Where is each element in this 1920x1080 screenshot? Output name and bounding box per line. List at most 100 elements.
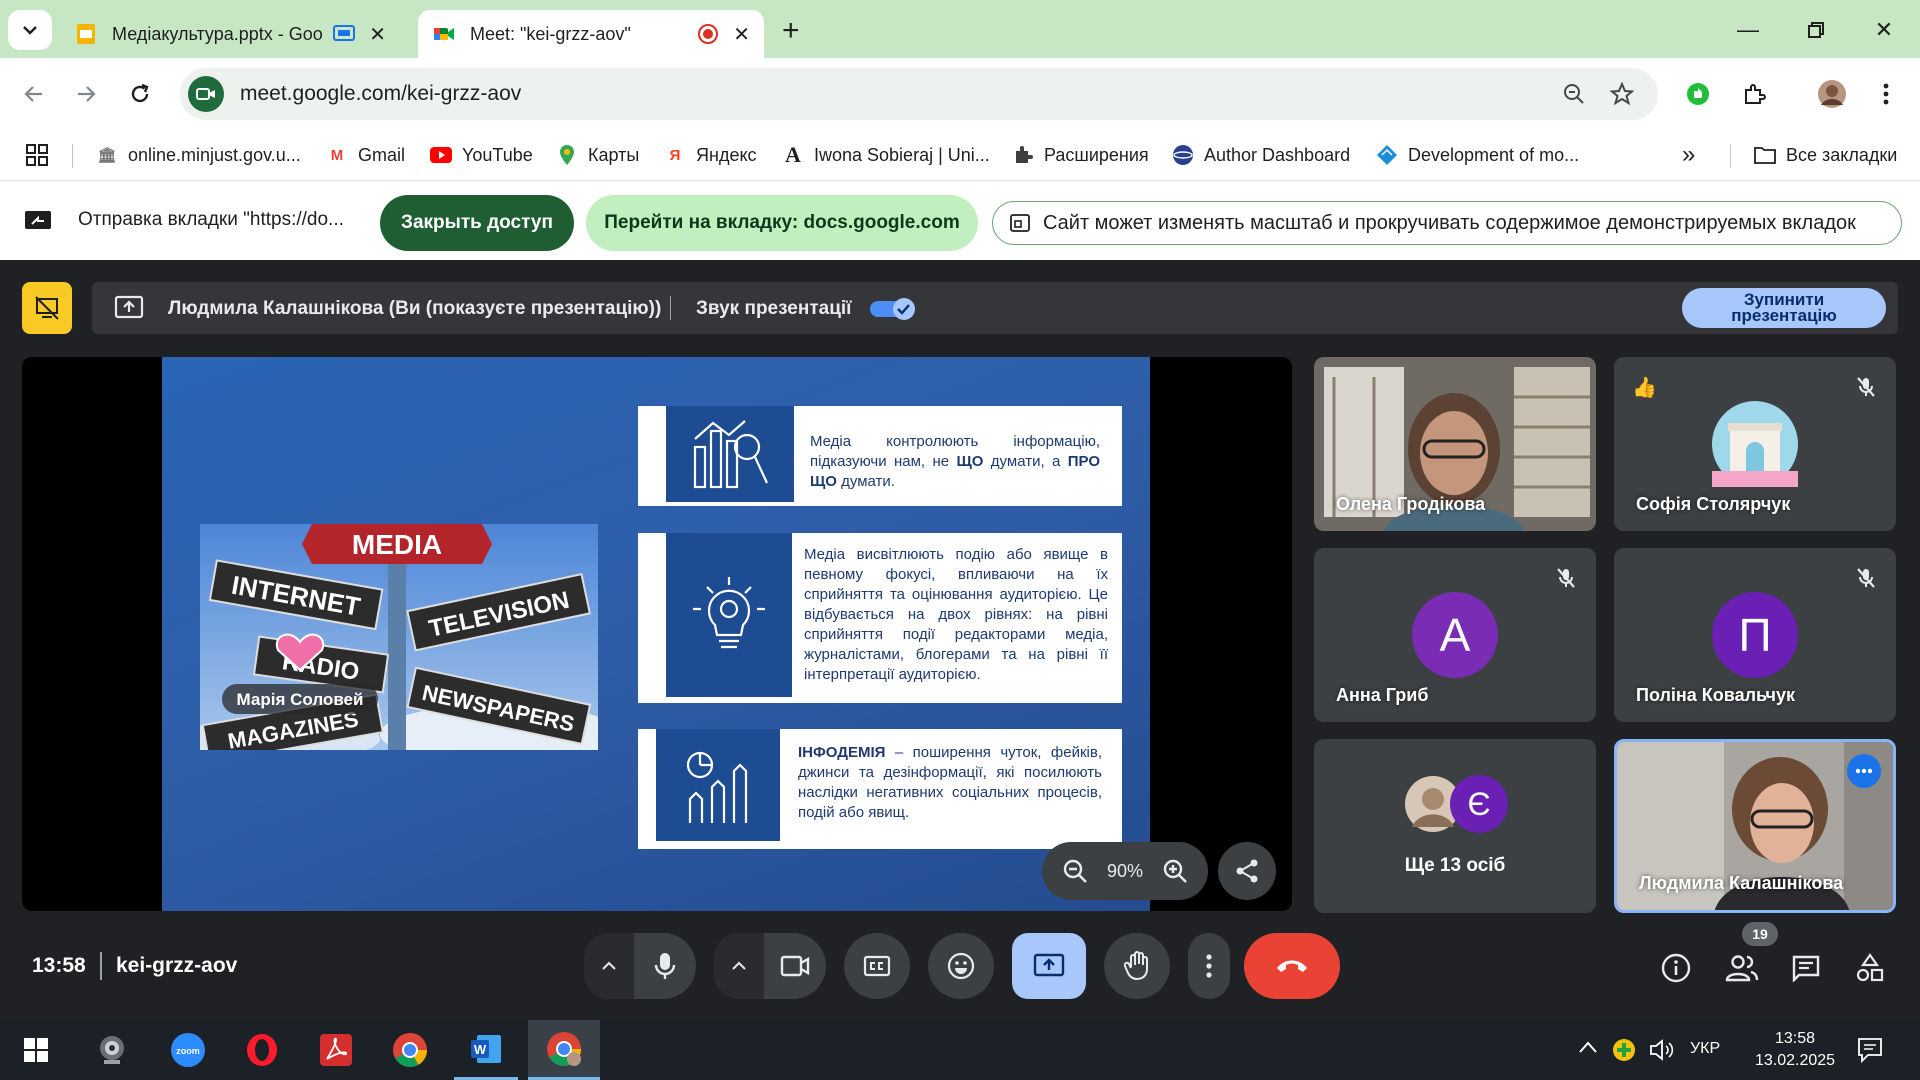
url-text[interactable]: meet.google.com/kei-grzz-aov [240,82,521,106]
people-button[interactable] [1724,950,1760,986]
taskbar-webcam-app[interactable] [80,1020,144,1080]
video-camera-icon [780,955,810,977]
info-card-1: Медіа контролюють інформацію, підказуючи… [638,406,1122,506]
bookmark-author-dashboard[interactable]: Author Dashboard [1172,130,1350,180]
profile-avatar[interactable] [1814,76,1850,112]
bookmark-iwona[interactable]: A Iwona Sobieraj | Uni... [782,130,990,180]
captions-button[interactable] [844,933,910,999]
site-info-button[interactable] [188,76,224,112]
leave-call-button[interactable] [1244,933,1340,999]
reactions-button[interactable] [928,933,994,999]
bookmark-yandex[interactable]: Я Яндекс [664,130,757,180]
media-signpost-photo: MEDIA INTERNET TELEVISION RADIO NEWSPAPE… [200,524,598,750]
raise-hand-button[interactable] [1104,933,1170,999]
tab-title: Медіакультура.pptx - Goog [112,23,324,44]
folder-icon [1754,144,1776,166]
tab-meet[interactable]: Meet: "kei-grzz-aov" ✕ [418,10,764,58]
chevron-down-icon [23,26,37,35]
bookmark-youtube[interactable]: YouTube [430,130,533,180]
thumbs-up-reaction-icon: 👍 [1632,377,1657,399]
tray-chevron-up-icon[interactable] [1578,1040,1598,1054]
building-icon: 🏛 [97,147,117,164]
share-icon[interactable] [1218,842,1276,900]
extension-green-icon[interactable] [1680,76,1716,112]
minimize-button[interactable]: — [1728,12,1768,48]
apps-grid-icon[interactable] [26,130,48,180]
zoom-out-icon[interactable] [1061,857,1089,885]
bookmark-development[interactable]: Development of mo... [1376,130,1579,180]
close-window-button[interactable]: ✕ [1864,12,1904,48]
taskbar-chrome-app[interactable] [378,1020,442,1080]
bookmark-star-icon[interactable] [1608,80,1636,108]
taskbar-word-app[interactable]: W [454,1020,518,1080]
reload-button[interactable] [122,76,158,112]
google-meet-icon [434,28,454,40]
participant-tile[interactable]: 👍 Софія Столярчук [1614,357,1896,531]
chat-button[interactable] [1788,950,1824,986]
tray-app-icon[interactable] [1612,1038,1636,1062]
taskbar-zoom-app[interactable]: zoom [156,1020,220,1080]
forward-button[interactable] [68,76,104,112]
notifications-icon[interactable] [1856,1036,1884,1064]
photo-caption: Марія Соловей [237,690,364,709]
more-options-button[interactable] [1188,933,1230,999]
extensions-puzzle-icon[interactable] [1736,76,1772,112]
chrome-icon [547,1031,581,1066]
presentation-controls-icon-button[interactable] [22,282,72,334]
switch-to-tab-button[interactable]: Перейти на вкладку: docs.google.com [586,195,978,251]
self-view-tile[interactable]: Людмила Калашнікова [1614,739,1896,913]
menu-kebab-icon[interactable] [1868,76,1904,112]
people-icon [1725,955,1759,982]
video-options-button[interactable] [714,933,764,999]
taskbar-opera-app[interactable] [230,1020,294,1080]
activities-button[interactable] [1852,950,1888,986]
zoom-permission-notice: Сайт может изменять масштаб и прокручива… [992,201,1902,245]
zoom-in-icon[interactable] [1161,857,1189,885]
stop-presenting-button[interactable]: Зупинити презентацію [1682,288,1886,328]
slide: MEDIA INTERNET TELEVISION RADIO NEWSPAPE… [162,357,1150,911]
participant-tile[interactable]: П Поліна Ковальчук [1614,548,1896,722]
tab-search-button[interactable] [8,10,52,50]
audio-options-button[interactable] [584,933,634,999]
bookmark-gmail[interactable]: M Gmail [326,130,405,180]
more-options-button[interactable] [1847,754,1881,788]
participant-tile[interactable]: Олена Гродікова [1314,357,1596,531]
restore-button[interactable] [1796,12,1836,48]
taskbar-chrome-profile-app[interactable] [528,1020,600,1080]
meeting-details-button[interactable] [1658,950,1694,986]
start-button[interactable] [4,1020,68,1080]
card-2-text: Медіа висвітлюють подію або явище в певн… [804,545,1108,685]
present-now-button[interactable] [1012,933,1086,999]
others-group-tile[interactable]: Є Ще 13 осіб [1314,739,1596,913]
scroll-zoom-icon [1010,214,1030,232]
bookmark-extensions[interactable]: Расширения [1012,130,1149,180]
camera-button[interactable] [764,933,826,999]
card-text-segment: Медіа висвітлюють подію або явище в певн… [804,546,1108,683]
microphone-icon [654,953,676,979]
screen-share-icon [25,211,51,229]
all-bookmarks-folder[interactable]: Все закладки [1754,130,1897,180]
microphone-button[interactable] [634,933,696,999]
keyboard-language[interactable]: УКР [1690,1040,1720,1058]
taskbar-acrobat-app[interactable] [304,1020,368,1080]
participant-tile[interactable]: А Анна Гриб [1314,548,1596,722]
zoom-page-icon[interactable] [1560,80,1588,108]
bookmark-minjust[interactable]: 🏛 online.minjust.gov.u... [96,130,300,180]
volume-icon[interactable] [1648,1038,1674,1062]
bookmark-maps[interactable]: Карты [556,130,639,180]
slide-zoom-controls: 90% [1042,842,1208,900]
back-button[interactable] [16,76,52,112]
close-tab-icon[interactable]: ✕ [733,22,750,47]
maps-pin-icon [556,144,578,166]
new-tab-button[interactable]: + [782,14,800,48]
card-text-segment: думати, а [983,453,1068,470]
presentation-audio-toggle[interactable] [870,298,918,320]
tab-slides[interactable]: Медіакультура.pptx - Goog ✕ [60,10,400,58]
bookmarks-overflow-chevron-icon[interactable]: » [1682,130,1695,180]
stop-sharing-button[interactable]: Закрыть доступ [380,195,574,251]
taskbar-clock[interactable]: 13:58 13.02.2025 [1740,1028,1850,1072]
participant-avatar [1712,401,1798,487]
address-bar[interactable]: meet.google.com/kei-grzz-aov [180,68,1658,120]
participant-name: Поліна Ковальчук [1636,685,1796,705]
close-tab-icon[interactable]: ✕ [369,22,386,47]
